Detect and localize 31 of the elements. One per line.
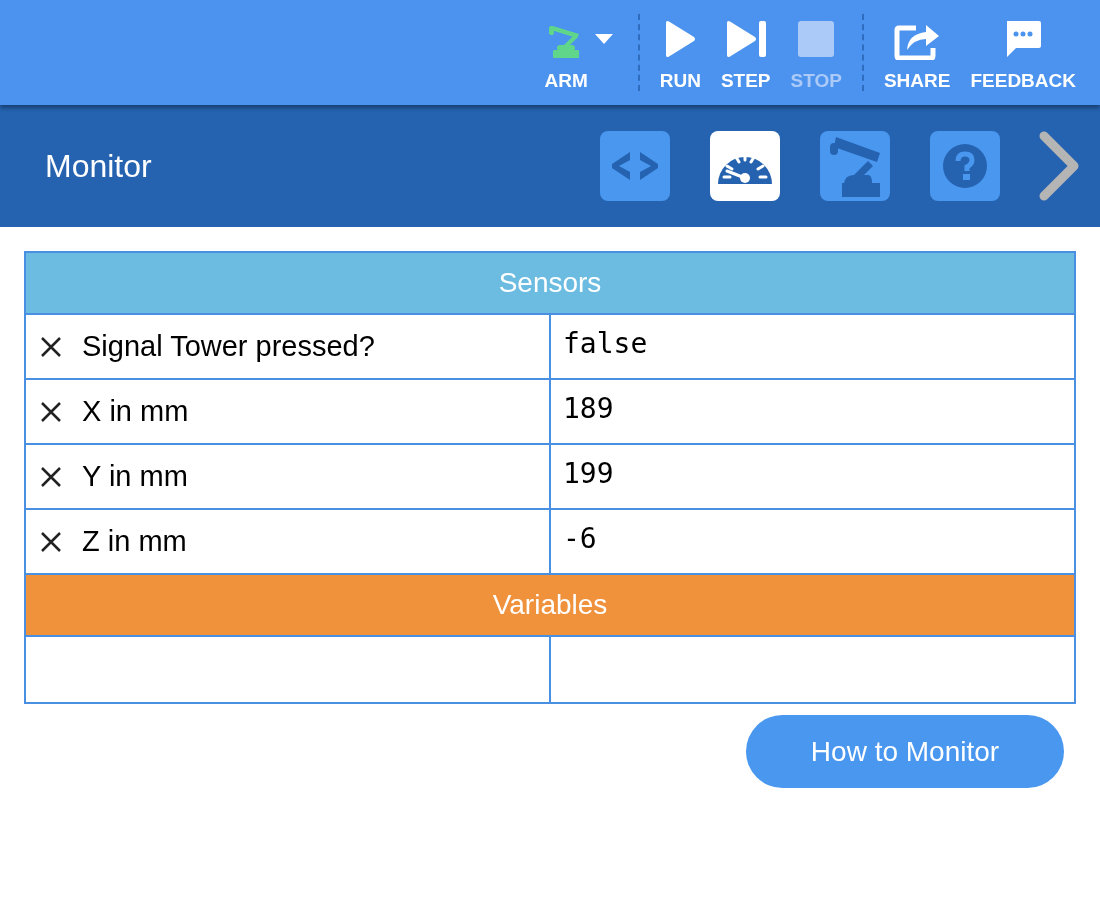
- table-cell-text: 189: [562, 390, 615, 427]
- how-to-monitor-button[interactable]: How to Monitor: [746, 715, 1064, 788]
- sensor-label: Z in mm: [82, 523, 187, 559]
- help-icon: [942, 143, 988, 189]
- step-forward-icon: [724, 20, 767, 59]
- sensor-label: Y in mm: [82, 458, 188, 494]
- feedback-button[interactable]: FEEDBACK: [960, 0, 1086, 105]
- run-button[interactable]: RUN: [649, 0, 711, 105]
- caret-down-icon: [595, 34, 614, 45]
- share-button[interactable]: SHARE: [873, 0, 961, 105]
- table-cell-text: 199: [562, 455, 615, 492]
- code-brackets-icon: [610, 150, 660, 182]
- table-cell-text: -6: [562, 520, 598, 557]
- panel-tab[interactable]: [710, 131, 780, 201]
- close-icon[interactable]: [40, 530, 62, 553]
- panel-title: Monitor: [45, 147, 153, 186]
- close-icon[interactable]: [40, 335, 62, 358]
- sensor-label: Signal Tower pressed?: [82, 328, 375, 364]
- play-icon: [664, 20, 697, 59]
- chat-bubble-icon: [1004, 20, 1043, 59]
- robot-arm-icon: [828, 135, 882, 197]
- close-icon[interactable]: [40, 465, 62, 488]
- close-icon[interactable]: [40, 400, 62, 423]
- arm-dropdown[interactable]: ARM: [534, 0, 628, 105]
- table-cell-text: false: [562, 325, 649, 362]
- section-header: Sensors: [26, 253, 1074, 315]
- stop-icon: [797, 20, 836, 59]
- section-header: Variables: [26, 575, 1074, 637]
- step-button[interactable]: STEP: [710, 0, 781, 105]
- sensor-label: X in mm: [82, 393, 189, 429]
- chevron-right-icon[interactable]: [1038, 130, 1080, 202]
